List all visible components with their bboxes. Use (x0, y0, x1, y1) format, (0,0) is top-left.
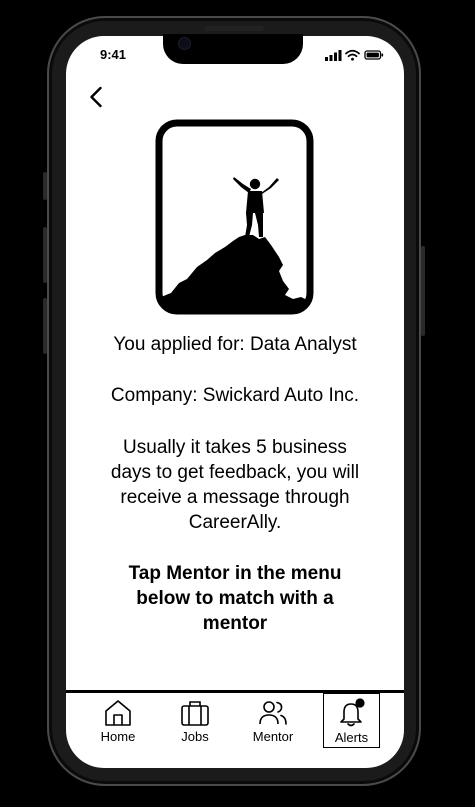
info-line: receive a message through (120, 487, 350, 508)
bell-icon (340, 698, 365, 727)
nav-label-alerts: Alerts (334, 730, 369, 745)
signal-icon (325, 50, 342, 61)
info-line: Usually it takes 5 business (123, 437, 347, 458)
home-icon (105, 700, 131, 726)
briefcase-icon (181, 701, 209, 726)
cta-line: Tap Mentor in the menu (128, 563, 342, 584)
mentor-cta-text: Tap Mentor in the menu below to match wi… (66, 561, 404, 636)
notification-dot (355, 698, 365, 708)
status-icons (325, 49, 384, 61)
cta-line: below to match with a (136, 588, 334, 609)
applied-text: You applied for: Data Analyst (113, 334, 357, 355)
nav-item-home[interactable]: Home (88, 693, 148, 747)
summit-illustration (155, 119, 314, 315)
stage: 9:41 You applied for: Data Analyst Compa… (0, 0, 475, 807)
company-text: Company: Swickard Auto Inc. (110, 385, 360, 406)
nav-label-home: Home (100, 729, 136, 744)
nav-item-mentor[interactable]: Mentor (243, 693, 303, 747)
side-button-volume-down (43, 298, 47, 354)
cta-line: mentor (202, 613, 268, 634)
info-line: CareerAlly. (188, 512, 282, 533)
side-button-silent (43, 172, 47, 200)
status-time: 9:41 (100, 47, 127, 62)
info-text: Usually it takes 5 business days to get … (66, 435, 404, 535)
camera (179, 38, 190, 49)
people-icon (259, 701, 287, 725)
speaker (204, 26, 264, 31)
back-chevron-icon[interactable] (86, 84, 108, 110)
battery-icon (364, 50, 384, 60)
nav-label-jobs: Jobs (181, 729, 209, 744)
nav-item-alerts[interactable]: Alerts (323, 693, 380, 748)
side-button-power (421, 246, 425, 336)
wifi-icon (345, 49, 360, 61)
info-line: days to get feedback, you will (110, 462, 360, 483)
nav-item-jobs[interactable]: Jobs (165, 693, 225, 747)
side-button-volume-up (43, 227, 47, 283)
nav-label-mentor: Mentor (252, 729, 294, 744)
